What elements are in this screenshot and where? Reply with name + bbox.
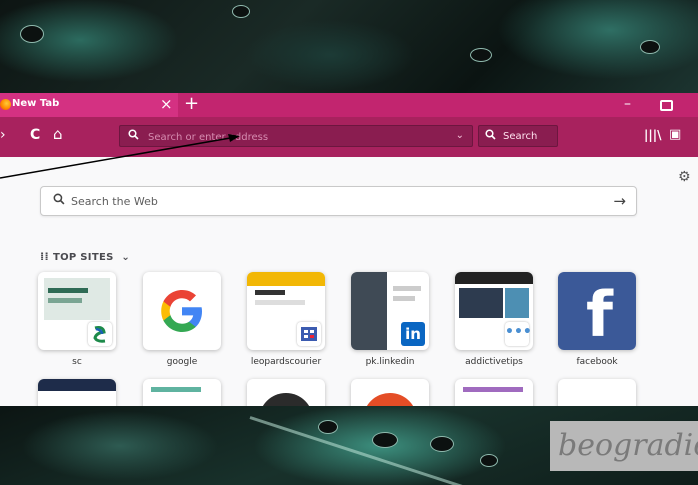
url-dropdown-icon[interactable]: ⌄ <box>456 130 464 141</box>
new-tab-button[interactable]: + <box>184 93 199 115</box>
grid-icon: ⁞⁞ <box>40 250 49 263</box>
site-preview <box>459 288 503 318</box>
minimize-button[interactable]: – <box>624 96 631 112</box>
search-bar[interactable]: Search <box>478 125 558 147</box>
site-preview-dark <box>351 272 387 350</box>
firefox-logo-icon <box>0 99 11 110</box>
site-header-bar <box>455 272 533 284</box>
top-site-tile-facebook[interactable]: f <box>558 272 636 350</box>
water-drop <box>480 454 498 467</box>
preview-line <box>151 387 201 392</box>
library-icon[interactable]: |||\ <box>644 128 662 142</box>
forward-icon[interactable]: › <box>0 127 6 143</box>
home-icon[interactable]: ⌂ <box>53 125 63 143</box>
preview-line <box>393 286 421 291</box>
top-site-label: facebook <box>576 357 618 367</box>
water-drop <box>470 48 492 62</box>
preview-line <box>463 387 523 392</box>
water-drop <box>372 432 398 448</box>
top-site-tile-leopardscourier[interactable] <box>247 272 325 350</box>
sidebar-icon[interactable]: ▣ <box>669 127 681 142</box>
background-photo-bottom: beogradio <box>0 406 698 485</box>
water-drop <box>20 25 44 43</box>
top-sites-header[interactable]: ⁞⁞ TOP SITES ⌄ <box>40 250 130 263</box>
sc-logo-icon <box>88 322 112 346</box>
top-site-tile-google[interactable] <box>143 272 221 350</box>
site-preview <box>505 288 529 318</box>
url-input[interactable] <box>146 128 450 146</box>
gear-icon[interactable]: ⚙ <box>678 169 691 185</box>
search-icon <box>53 193 65 209</box>
preview-line <box>255 300 305 305</box>
leaf-vein <box>249 416 498 485</box>
preview-line <box>48 298 82 303</box>
top-site-label: sc <box>72 357 82 367</box>
chevron-down-icon: ⌄ <box>121 252 131 263</box>
linkedin-logo-icon: in <box>401 322 425 346</box>
search-icon <box>128 129 139 143</box>
site-header-bar <box>38 379 116 391</box>
nav-toolbar: › C ⌂ ⌄ Search |||\ ▣ <box>0 117 698 157</box>
tab-strip: New Tab × + – <box>0 93 698 117</box>
close-tab-button[interactable]: × <box>160 95 173 113</box>
preview-line <box>255 290 285 295</box>
url-bar[interactable]: ⌄ <box>119 125 473 147</box>
top-sites-title: TOP SITES <box>52 252 114 263</box>
addictivetips-logo-icon: ••• <box>505 322 532 346</box>
google-logo-icon <box>161 290 202 332</box>
water-drop <box>232 5 250 18</box>
water-drop <box>640 40 660 54</box>
reload-icon[interactable]: C <box>30 127 40 143</box>
top-site-tile-addictivetips[interactable]: ••• <box>455 272 533 350</box>
background-photo-top <box>0 0 698 93</box>
top-site-label: pk.linkedin <box>365 357 415 367</box>
top-site-tile-linkedin[interactable]: in <box>351 272 429 350</box>
water-drop <box>430 436 454 452</box>
tab-title: New Tab <box>12 98 60 109</box>
tab-new-tab[interactable]: New Tab × <box>0 93 178 117</box>
arrow-right-icon[interactable]: → <box>613 192 626 210</box>
watermark: beogradio <box>550 421 698 471</box>
web-search-placeholder: Search the Web <box>71 195 158 208</box>
leopards-logo-icon <box>297 322 321 346</box>
maximize-button[interactable] <box>660 100 673 111</box>
preview-line <box>393 296 415 301</box>
search-icon <box>485 129 496 143</box>
web-search-box[interactable]: Search the Web → <box>40 186 637 216</box>
preview-line <box>48 288 88 293</box>
facebook-logo-icon: f <box>558 272 636 350</box>
new-tab-page: ⚙ Search the Web → ⁞⁞ TOP SITES ⌄ sc goog… <box>0 157 698 419</box>
top-site-label: leopardscourier <box>250 357 322 367</box>
top-site-tile-sc[interactable] <box>38 272 116 350</box>
water-drop <box>318 420 338 434</box>
search-bar-label: Search <box>503 131 538 142</box>
top-site-label: google <box>166 357 198 367</box>
top-site-label: addictivetips <box>465 357 523 367</box>
site-header-bar <box>247 272 325 286</box>
